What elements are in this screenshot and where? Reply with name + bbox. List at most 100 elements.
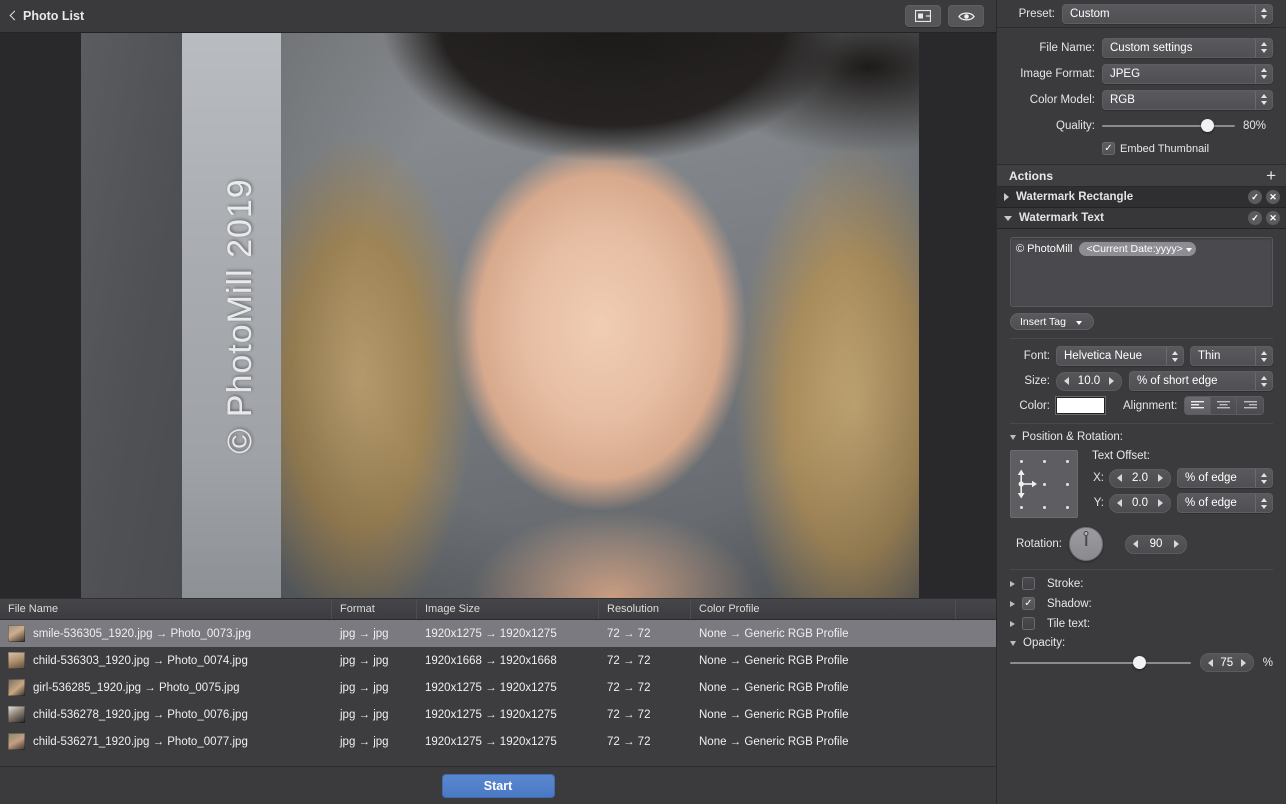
stroke-row[interactable]: ✓ Stroke: <box>1010 577 1273 590</box>
stepper-increment-icon[interactable] <box>1174 540 1179 548</box>
opacity-stepper[interactable]: 75 <box>1199 653 1254 672</box>
embed-thumbnail-checkbox[interactable]: ✓ <box>1102 142 1115 155</box>
stepper-increment-icon[interactable] <box>1158 499 1163 507</box>
disclosure-triangle-icon[interactable] <box>1004 215 1012 221</box>
quality-control: 80% <box>1102 119 1273 133</box>
offset-y-unit-select[interactable]: % of edge <box>1177 493 1273 513</box>
anchor-dot-top-center[interactable] <box>1043 460 1046 463</box>
stepper-decrement-icon[interactable] <box>1133 540 1138 548</box>
column-header-color-profile[interactable]: Color Profile <box>691 599 956 619</box>
preview-photo: © PhotoMill 2019 <box>81 33 919 598</box>
stepper-decrement-icon[interactable] <box>1117 499 1122 507</box>
file-name-select[interactable]: Custom settings <box>1102 37 1273 58</box>
insert-tag-button[interactable]: Insert Tag <box>1010 313 1094 330</box>
action-controls: ✓ ✕ <box>1248 211 1280 225</box>
tile-text-row[interactable]: ✓ Tile text: <box>1010 617 1273 630</box>
close-icon[interactable]: ✕ <box>1266 190 1280 204</box>
column-header-extra[interactable] <box>956 599 996 619</box>
align-center-button[interactable] <box>1211 397 1238 414</box>
start-button[interactable]: Start <box>441 773 555 798</box>
dial-handle[interactable] <box>1083 530 1089 536</box>
tile-text-checkbox[interactable]: ✓ <box>1022 617 1035 630</box>
slider-knob[interactable] <box>1133 656 1147 669</box>
column-header-format[interactable]: Format <box>332 599 417 619</box>
embed-thumbnail-row[interactable]: ✓ Embed Thumbnail <box>997 142 1273 155</box>
actions-header: Actions + <box>997 165 1286 187</box>
font-family-select[interactable]: Helvetica Neue <box>1056 346 1184 366</box>
anchor-dot-top-right[interactable] <box>1066 460 1069 463</box>
align-left-button[interactable] <box>1185 397 1212 414</box>
action-row-watermark-text[interactable]: Watermark Text ✓ ✕ <box>997 208 1286 229</box>
disclosure-triangle-icon[interactable] <box>1010 580 1015 587</box>
align-right-button[interactable] <box>1237 397 1264 414</box>
quality-slider[interactable] <box>1102 119 1235 133</box>
offset-x-unit-select[interactable]: % of edge <box>1177 468 1273 488</box>
opacity-header[interactable]: Opacity: <box>1010 637 1273 649</box>
anchor-position-grid[interactable] <box>1010 450 1078 518</box>
chevron-updown-icon <box>1255 4 1272 23</box>
date-tag-token[interactable]: <Current Date:yyyy> <box>1079 242 1196 256</box>
rotation-stepper[interactable]: 90 <box>1125 534 1187 554</box>
size-unit-select[interactable]: % of short edge <box>1129 371 1273 391</box>
anchor-dot-middle-right[interactable] <box>1066 483 1069 486</box>
stepper-decrement-icon[interactable] <box>1117 474 1122 482</box>
column-header-image-size[interactable]: Image Size <box>417 599 599 619</box>
size-stepper[interactable]: 10.0 <box>1056 371 1122 391</box>
column-header-resolution[interactable]: Resolution <box>599 599 691 619</box>
disclosure-triangle-icon[interactable] <box>1010 600 1015 607</box>
disclosure-triangle-icon[interactable] <box>1010 434 1016 440</box>
anchor-dot-bottom-left[interactable] <box>1020 506 1023 509</box>
image-preview-area[interactable]: © PhotoMill 2019 <box>0 33 996 598</box>
opacity-slider[interactable] <box>1010 656 1191 670</box>
offset-x-unit-value: % of edge <box>1185 472 1237 484</box>
action-label: Watermark Text <box>1019 212 1105 224</box>
anchor-dot-top-left[interactable] <box>1020 460 1023 463</box>
cell-color-profile: None → Generic RGB Profile <box>699 681 849 694</box>
anchor-dot-bottom-center[interactable] <box>1043 506 1046 509</box>
disclosure-triangle-icon[interactable] <box>1010 620 1015 627</box>
font-weight-select[interactable]: Thin <box>1190 346 1273 366</box>
close-icon[interactable]: ✕ <box>1266 211 1280 225</box>
preset-select[interactable]: Custom <box>1062 3 1273 24</box>
offset-y-stepper[interactable]: 0.0 <box>1109 493 1171 513</box>
file-name-text: smile-536305_1920.jpg → Photo_0073.jpg <box>33 627 252 640</box>
column-header-file-name[interactable]: File Name <box>0 599 332 619</box>
shadow-checkbox[interactable]: ✓ <box>1022 597 1035 610</box>
table-row[interactable]: girl-536285_1920.jpg → Photo_0075.jpg jp… <box>0 674 996 701</box>
preset-value: Custom <box>1070 7 1110 20</box>
back-to-photo-list-button[interactable]: Photo List <box>9 9 84 23</box>
table-row[interactable]: smile-536305_1920.jpg → Photo_0073.jpg j… <box>0 620 996 647</box>
color-model-select[interactable]: RGB <box>1102 89 1273 110</box>
color-well[interactable] <box>1056 397 1105 414</box>
table-row[interactable]: child-536278_1920.jpg → Photo_0076.jpg j… <box>0 701 996 728</box>
chevron-updown-icon <box>1255 64 1272 83</box>
stepper-decrement-icon[interactable] <box>1207 658 1213 667</box>
slider-knob[interactable] <box>1201 119 1215 132</box>
action-row-watermark-rectangle[interactable]: Watermark Rectangle ✓ ✕ <box>997 187 1286 208</box>
preview-toggle-button[interactable] <box>948 5 984 27</box>
watermark-text-input[interactable]: © PhotoMill <Current Date:yyyy> <box>1010 237 1273 307</box>
table-row[interactable]: child-536303_1920.jpg → Photo_0074.jpg j… <box>0 647 996 674</box>
watermark-overlay-text: © PhotoMill 2019 <box>221 177 260 454</box>
image-format-select[interactable]: JPEG <box>1102 63 1273 84</box>
plus-icon[interactable]: + <box>1266 167 1276 184</box>
anchor-selected-middle-left-icon[interactable] <box>1013 468 1045 500</box>
disclosure-triangle-icon[interactable] <box>1004 193 1009 201</box>
cell-resolution: 72 → 72 <box>607 654 651 667</box>
rotation-dial[interactable] <box>1069 527 1103 561</box>
stepper-increment-icon[interactable] <box>1158 474 1163 482</box>
check-icon[interactable]: ✓ <box>1248 211 1262 225</box>
table-row[interactable]: child-536271_1920.jpg → Photo_0077.jpg j… <box>0 728 996 755</box>
stepper-increment-icon[interactable] <box>1109 377 1114 385</box>
stepper-decrement-icon[interactable] <box>1064 377 1069 385</box>
anchor-dot-bottom-right[interactable] <box>1066 506 1069 509</box>
split-view-button[interactable] <box>905 5 941 27</box>
disclosure-triangle-icon[interactable] <box>1010 640 1016 646</box>
offset-x-stepper[interactable]: 2.0 <box>1109 468 1171 488</box>
stepper-increment-icon[interactable] <box>1240 658 1246 667</box>
stroke-checkbox[interactable]: ✓ <box>1022 577 1035 590</box>
position-rotation-header[interactable]: Position & Rotation: <box>1010 431 1273 443</box>
check-icon[interactable]: ✓ <box>1248 190 1262 204</box>
shadow-row[interactable]: ✓ Shadow: <box>1010 597 1273 610</box>
cell-format: jpg → jpg <box>340 708 389 721</box>
